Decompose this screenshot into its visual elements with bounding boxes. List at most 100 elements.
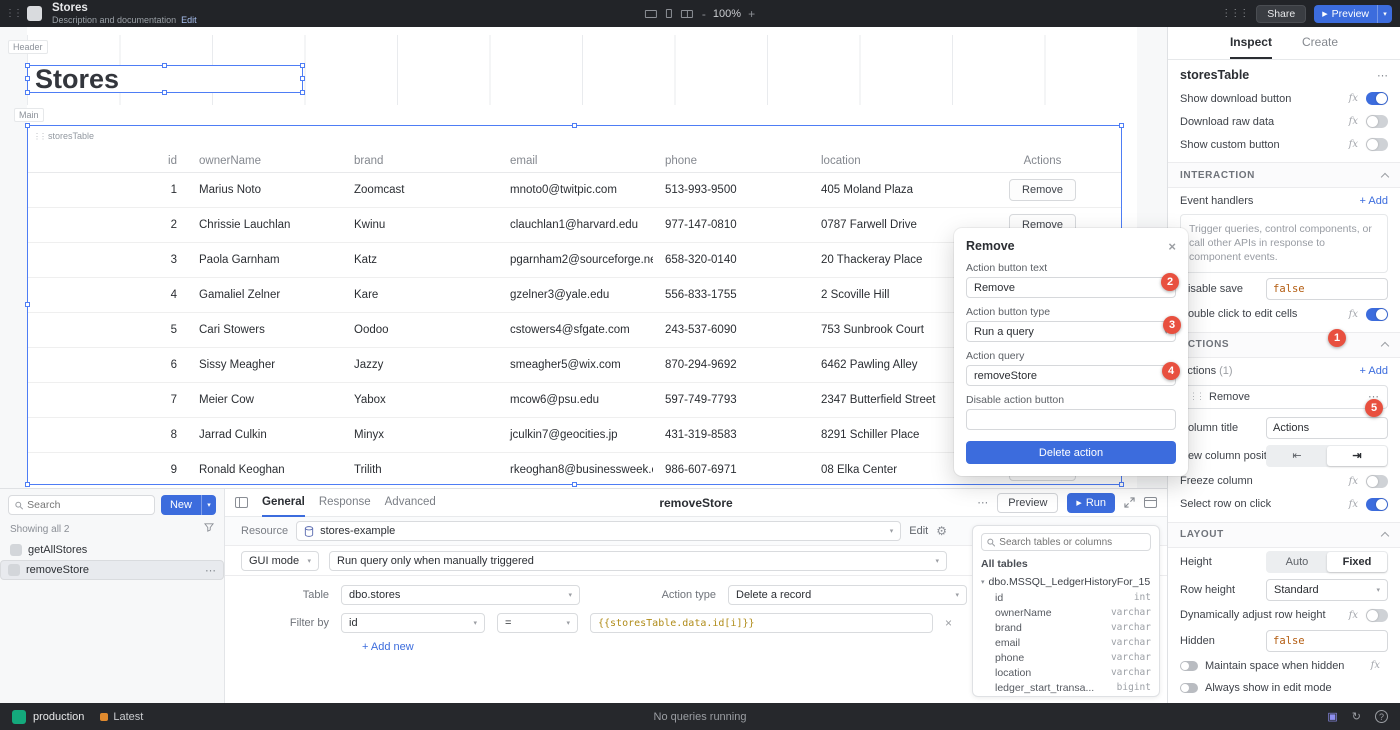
insert-right-option[interactable]: ⇥ (1327, 446, 1387, 466)
column-header[interactable]: phone (653, 155, 809, 167)
main-frame-tag[interactable]: Main (14, 108, 44, 122)
prop-toggle[interactable] (1366, 138, 1388, 151)
zoom-level[interactable]: 100% (713, 8, 741, 20)
fx-icon[interactable]: fx (1349, 309, 1358, 320)
environment-icon[interactable] (12, 710, 26, 724)
selection-handle[interactable] (162, 63, 167, 68)
select-row-toggle[interactable] (1366, 498, 1388, 511)
header-frame-tag[interactable]: Header (8, 40, 48, 54)
selection-handle[interactable] (1119, 482, 1124, 487)
selection-handle[interactable] (572, 123, 577, 128)
retool-logo[interactable] (27, 6, 42, 21)
column-header[interactable]: brand (342, 155, 498, 167)
selection-handle[interactable] (300, 63, 305, 68)
tab-response[interactable]: Response (319, 489, 371, 517)
action-button-text-input[interactable] (966, 277, 1176, 298)
action-query-select[interactable]: removeStore▾ (966, 365, 1176, 386)
selection-handle[interactable] (300, 90, 305, 95)
fx-icon[interactable]: fx (1349, 476, 1358, 487)
query-list-item[interactable]: removeStore⋯ (0, 560, 224, 580)
share-button[interactable]: Share (1256, 5, 1306, 23)
schema-field[interactable]: emailvarchar (981, 635, 1151, 650)
filter-operator-select[interactable]: =▾ (497, 613, 578, 633)
add-action-link[interactable]: + Add (1360, 365, 1388, 377)
dynamic-row-height-toggle[interactable] (1366, 609, 1388, 622)
hidden-input[interactable] (1266, 630, 1388, 652)
double-click-toggle[interactable] (1366, 308, 1388, 321)
section-actions[interactable]: ACTIONS (1168, 332, 1400, 358)
new-query-button[interactable]: New ▾ (161, 495, 216, 515)
close-icon[interactable]: × (1168, 239, 1176, 254)
schema-table-row[interactable]: ▾ dbo.MSSQL_LedgerHistoryFor_15... (981, 574, 1151, 590)
schema-search-input[interactable] (999, 537, 1145, 548)
selection-handle[interactable] (25, 302, 30, 307)
gui-mode-select[interactable]: GUI mode▾ (241, 551, 319, 571)
column-header[interactable]: id (28, 155, 187, 167)
table-row[interactable]: 1Marius NotoZoomcastmnoto0@twitpic.com51… (28, 173, 1121, 208)
filter-field-select[interactable]: id▾ (341, 613, 485, 633)
selection-handle[interactable] (25, 482, 30, 487)
schema-field[interactable]: ownerNamevarchar (981, 605, 1151, 620)
column-title-input[interactable] (1266, 417, 1388, 439)
fx-icon[interactable]: fx (1349, 610, 1358, 621)
schema-search[interactable] (981, 533, 1151, 551)
expand-editor-icon[interactable] (1124, 497, 1135, 508)
collapse-panel-icon[interactable] (235, 497, 248, 508)
edit-description-link[interactable]: Edit (181, 15, 197, 25)
filter-value-input[interactable]: {{storesTable.data.id[i]}} (590, 613, 933, 633)
schema-field[interactable]: phonevarchar (981, 650, 1151, 665)
column-header[interactable]: location (809, 155, 964, 167)
drag-handle-icon[interactable]: ⋮⋮ (1189, 391, 1203, 402)
action-item-remove[interactable]: ⋮⋮ Remove ⋯ (1180, 385, 1388, 409)
zoom-in-button[interactable]: + (748, 7, 755, 21)
preview-query-button[interactable]: Preview (997, 493, 1058, 513)
split-view-icon[interactable] (681, 10, 693, 18)
schema-field[interactable]: idint (981, 590, 1151, 605)
query-search-input[interactable] (27, 499, 148, 511)
resource-select[interactable]: stores-example ▾ (296, 521, 901, 541)
tab-create[interactable]: Create (1302, 27, 1338, 59)
schema-field[interactable]: ledger_start_transa...bigint (981, 680, 1151, 695)
add-event-handler-link[interactable]: + Add (1360, 195, 1388, 207)
gear-icon[interactable]: ⚙ (936, 524, 947, 538)
preview-button[interactable]: ▶Preview (1314, 5, 1377, 23)
fx-icon[interactable]: fx (1349, 139, 1358, 150)
column-header[interactable]: Actions (964, 155, 1121, 167)
release-label[interactable]: Latest (113, 711, 143, 723)
insert-left-option[interactable]: ⇤ (1267, 446, 1327, 466)
schema-field[interactable]: locationvarchar (981, 665, 1151, 680)
title-component[interactable]: Stores (27, 65, 303, 93)
height-auto-option[interactable]: Auto (1267, 552, 1327, 572)
query-search[interactable] (8, 495, 155, 515)
query-menu-icon[interactable]: ⋯ (977, 496, 988, 509)
row-remove-button[interactable]: Remove (1009, 179, 1076, 201)
mobile-view-icon[interactable] (666, 9, 672, 18)
selection-handle[interactable] (162, 90, 167, 95)
query-menu-icon[interactable]: ⋯ (205, 564, 216, 577)
tab-advanced[interactable]: Advanced (385, 489, 436, 517)
selection-handle[interactable] (25, 123, 30, 128)
section-layout[interactable]: LAYOUT (1168, 522, 1400, 548)
always-edit-toggle[interactable] (1180, 683, 1198, 693)
app-menu-icon[interactable]: ⋮⋮ (5, 8, 21, 19)
fx-icon[interactable]: fx (1349, 116, 1358, 127)
tab-general[interactable]: General (262, 489, 305, 517)
fx-icon[interactable]: fx (1371, 660, 1380, 671)
disable-save-input[interactable] (1266, 278, 1388, 300)
zoom-out-button[interactable]: - (702, 7, 706, 21)
column-header[interactable]: ownerName (187, 155, 342, 167)
delete-action-button[interactable]: Delete action (966, 441, 1176, 464)
query-list-item[interactable]: getAllStores (0, 539, 224, 560)
column-header[interactable]: email (498, 155, 653, 167)
desktop-view-icon[interactable] (645, 10, 657, 18)
preview-dropdown-caret[interactable]: ▾ (1377, 5, 1392, 23)
environment-label[interactable]: production (33, 711, 84, 723)
fx-icon[interactable]: fx (1349, 499, 1358, 510)
action-button-type-select[interactable]: Run a query▾ (966, 321, 1176, 342)
action-type-select[interactable]: Delete a record▾ (728, 585, 967, 605)
edit-resource-link[interactable]: Edit (909, 525, 928, 537)
refresh-icon[interactable]: ↻ (1352, 710, 1361, 723)
help-icon[interactable]: ? (1375, 710, 1388, 723)
component-menu-icon[interactable]: ⋯ (1377, 69, 1388, 82)
prop-toggle[interactable] (1366, 115, 1388, 128)
